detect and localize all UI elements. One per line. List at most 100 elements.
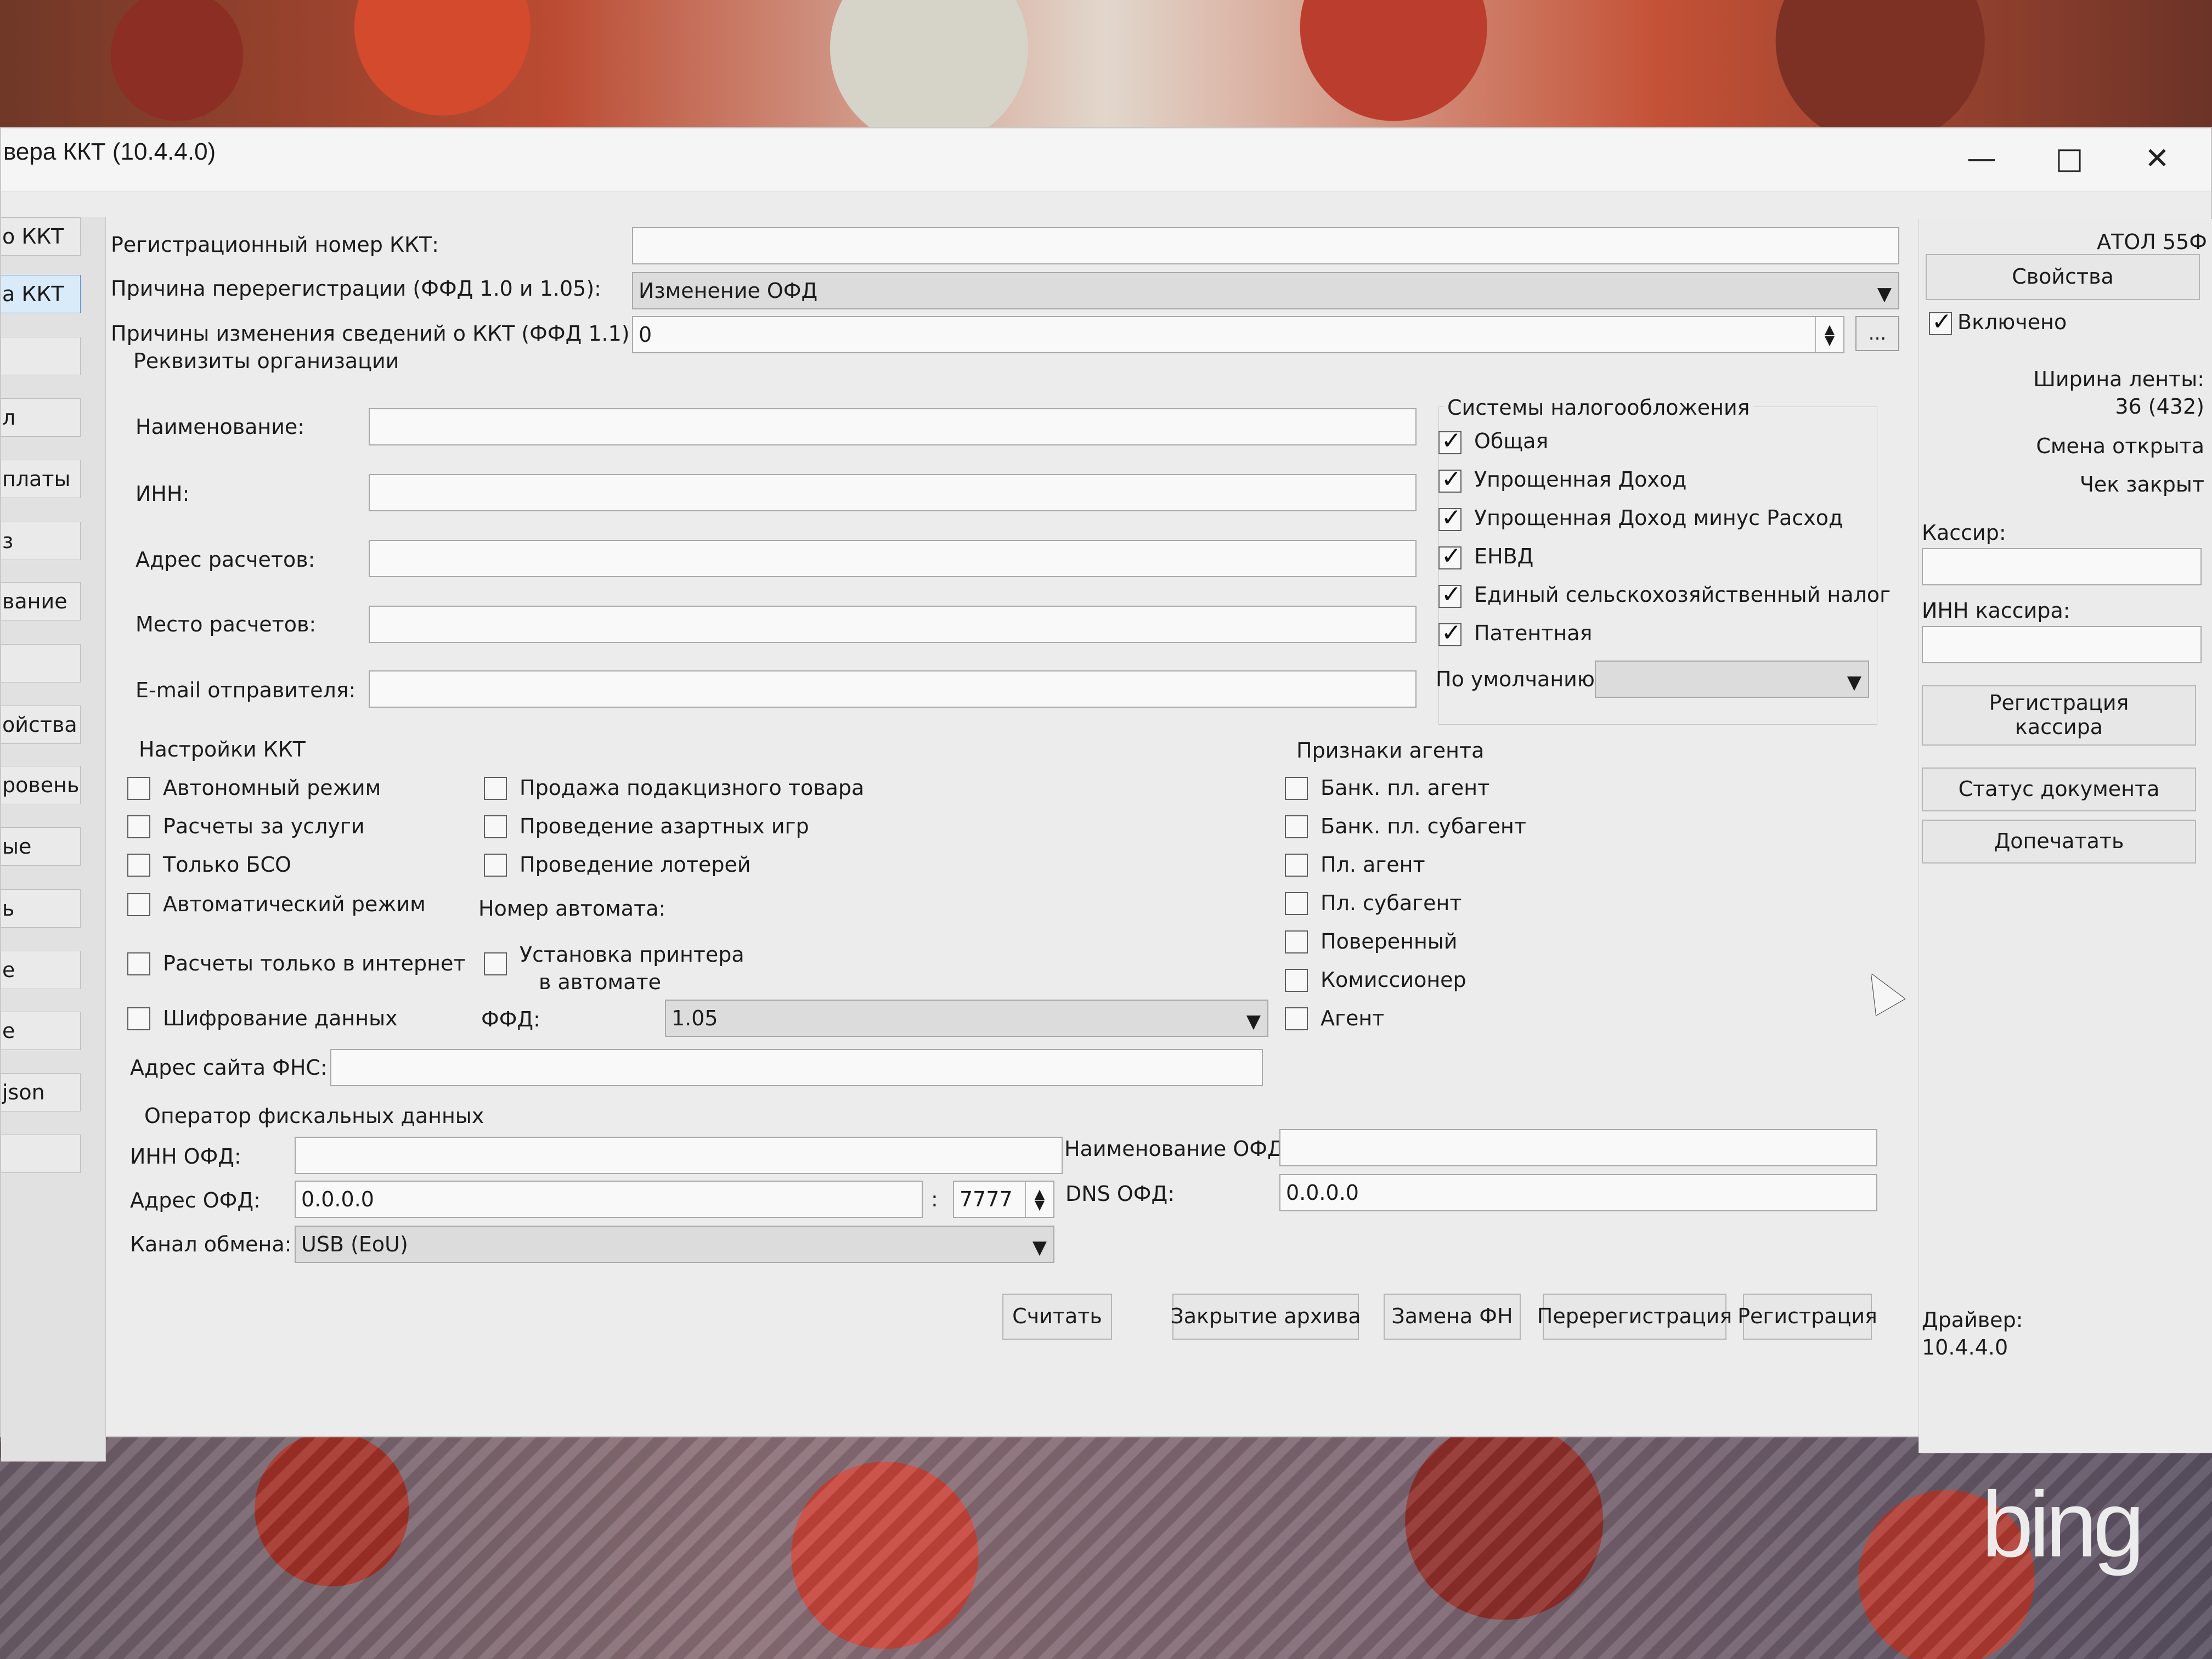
register-cashier-button[interactable]: Регистрация кассира <box>1922 685 2196 746</box>
change-reason-spinner[interactable]: ▲ ▼ <box>1815 317 1843 352</box>
organization-name-field[interactable] <box>369 408 1417 445</box>
registration-button[interactable]: Регистрация <box>1737 1294 1877 1340</box>
attorney-label: Поверенный <box>1321 929 1458 953</box>
exchange-channel-select[interactable]: USB (EoU) ▼ <box>295 1226 1054 1263</box>
left-nav-item[interactable] <box>1 337 81 375</box>
left-nav-item-active[interactable]: a ККТ <box>1 275 81 313</box>
ofd-inn-label: ИНН ОФД: <box>130 1144 241 1169</box>
payment-subagent-checkbox[interactable] <box>1285 892 1308 915</box>
kkt-settings-title: Настройки ККТ <box>136 737 309 761</box>
close-button[interactable]: ✕ <box>2113 135 2201 181</box>
tax-agricultural-label: Единый сельскохозяйственный налог <box>1474 583 1891 607</box>
commission-agent-checkbox[interactable] <box>1285 969 1308 992</box>
register-cashier-line2: кассира <box>2015 715 2103 739</box>
excise-goods-label: Продажа подакцизного товара <box>520 776 865 800</box>
ofd-section-title: Оператор фискальных данных <box>141 1104 488 1128</box>
dropdown-arrow-icon: ▼ <box>1847 672 1861 693</box>
left-nav-item[interactable]: ь <box>1 889 81 928</box>
autonomous-mode-label: Автономный режим <box>163 776 381 800</box>
read-button[interactable]: Считать <box>1002 1294 1112 1340</box>
services-checkbox[interactable] <box>127 815 150 838</box>
automatic-mode-checkbox[interactable] <box>127 893 150 916</box>
sender-email-field[interactable] <box>369 670 1417 708</box>
internet-only-checkbox[interactable] <box>127 952 150 975</box>
minimize-button[interactable]: — <box>1938 135 2025 181</box>
properties-button[interactable]: Свойства <box>1926 254 2200 300</box>
reregistration-reason-select[interactable]: Изменение ОФД ▼ <box>632 272 1899 309</box>
tax-simplified-income-checkbox[interactable] <box>1438 465 1462 493</box>
ofd-inn-field[interactable] <box>295 1137 1063 1174</box>
change-reason-field[interactable]: 0 ▲ ▼ <box>632 316 1844 353</box>
gambling-checkbox[interactable] <box>484 815 507 838</box>
ofd-address-field[interactable]: 0.0.0.0 <box>295 1181 923 1218</box>
ofd-dns-field[interactable]: 0.0.0.0 <box>1279 1174 1877 1211</box>
more-button[interactable]: ... <box>1855 316 1899 351</box>
driver-label: Драйвер: <box>1922 1308 2023 1332</box>
device-name: АТОЛ 55Ф <box>2097 230 2207 254</box>
tax-simplified-income-minus-expense-checkbox[interactable] <box>1438 504 1462 532</box>
desktop-wallpaper-bottom <box>0 1429 2212 1659</box>
left-nav-item[interactable] <box>1 644 81 682</box>
left-nav-item[interactable]: е <box>1 951 81 989</box>
left-nav-item[interactable]: е <box>1 1012 81 1050</box>
cashier-field[interactable] <box>1922 548 2202 585</box>
ffd-select[interactable]: 1.05 ▼ <box>665 1000 1268 1037</box>
tax-simplified-income-label: Упрощенная Доход <box>1474 467 1687 492</box>
cashier-label: Кассир: <box>1922 521 2006 545</box>
maximize-button[interactable]: □ <box>2025 135 2113 181</box>
shift-status: Смена открыта <box>2036 434 2204 458</box>
agent-checkbox[interactable] <box>1285 1007 1308 1030</box>
organization-section-title: Реквизиты организации <box>130 349 403 373</box>
left-nav-item[interactable]: ойства <box>1 706 81 744</box>
tax-general-checkbox[interactable] <box>1438 427 1462 455</box>
left-nav-item[interactable]: ые <box>1 827 81 866</box>
left-nav-item[interactable]: платы <box>1 460 81 498</box>
left-nav-item[interactable]: ровень <box>1 766 81 804</box>
fns-site-field[interactable] <box>330 1049 1263 1086</box>
bank-payment-agent-checkbox[interactable] <box>1285 777 1308 800</box>
ofd-port-field[interactable]: 7777 ▲ ▼ <box>953 1181 1054 1218</box>
settlement-address-field[interactable] <box>369 540 1417 577</box>
bso-only-checkbox[interactable] <box>127 854 150 877</box>
kkt-settings-window: вера ККТ (10.4.4.0) — □ ✕ о ККТ a ККТ л … <box>0 127 2212 1462</box>
data-encryption-checkbox[interactable] <box>127 1007 150 1030</box>
reregistration-button[interactable]: Перерегистрация <box>1537 1294 1732 1340</box>
tax-envd-checkbox[interactable] <box>1438 542 1462 570</box>
fns-site-label: Адрес сайта ФНС: <box>130 1056 328 1080</box>
ofd-name-label: Наименование ОФД: <box>1064 1137 1291 1161</box>
exchange-channel-label: Канал обмена: <box>130 1232 292 1256</box>
attorney-checkbox[interactable] <box>1285 930 1308 953</box>
bank-payment-agent-label: Банк. пл. агент <box>1321 776 1490 800</box>
services-label: Расчеты за услуги <box>163 814 365 838</box>
archive-close-button[interactable]: Закрытие архива <box>1170 1294 1361 1340</box>
left-nav-item[interactable]: о ККТ <box>1 217 81 256</box>
autonomous-mode-checkbox[interactable] <box>127 777 150 800</box>
ofd-name-field[interactable] <box>1279 1129 1877 1166</box>
default-tax-select[interactable]: ▼ <box>1595 661 1869 698</box>
ofd-address-label: Адрес ОФД: <box>130 1188 261 1212</box>
replace-fn-button[interactable]: Замена ФН <box>1384 1294 1521 1340</box>
left-nav-item[interactable]: json <box>1 1073 81 1111</box>
payment-agent-checkbox[interactable] <box>1285 854 1308 877</box>
document-status-button[interactable]: Статус документа <box>1922 768 2196 811</box>
tax-agricultural-checkbox[interactable] <box>1438 580 1462 608</box>
lottery-checkbox[interactable] <box>484 854 507 877</box>
tax-patent-checkbox[interactable] <box>1438 619 1462 647</box>
enabled-checkbox[interactable] <box>1929 308 1952 336</box>
cashier-inn-field[interactable] <box>1922 626 2202 663</box>
payment-subagent-label: Пл. субагент <box>1321 891 1462 915</box>
reprint-button[interactable]: Допечатать <box>1922 820 2196 864</box>
left-nav-item[interactable]: л <box>1 398 81 437</box>
left-nav-item[interactable]: вание <box>1 582 81 620</box>
organization-inn-field[interactable] <box>369 474 1417 511</box>
excise-goods-checkbox[interactable] <box>484 777 507 800</box>
bank-payment-subagent-checkbox[interactable] <box>1285 815 1308 838</box>
machine-number-label: Номер автомата: <box>478 896 666 921</box>
ofd-port-spinner[interactable]: ▲ ▼ <box>1025 1182 1053 1217</box>
left-nav-item[interactable] <box>1 1135 81 1173</box>
left-nav-item[interactable]: з <box>1 522 81 560</box>
reg-number-field[interactable] <box>632 227 1899 264</box>
commission-agent-label: Комиссионер <box>1321 968 1466 992</box>
printer-install-checkbox[interactable] <box>484 952 507 975</box>
settlement-place-field[interactable] <box>369 606 1417 643</box>
